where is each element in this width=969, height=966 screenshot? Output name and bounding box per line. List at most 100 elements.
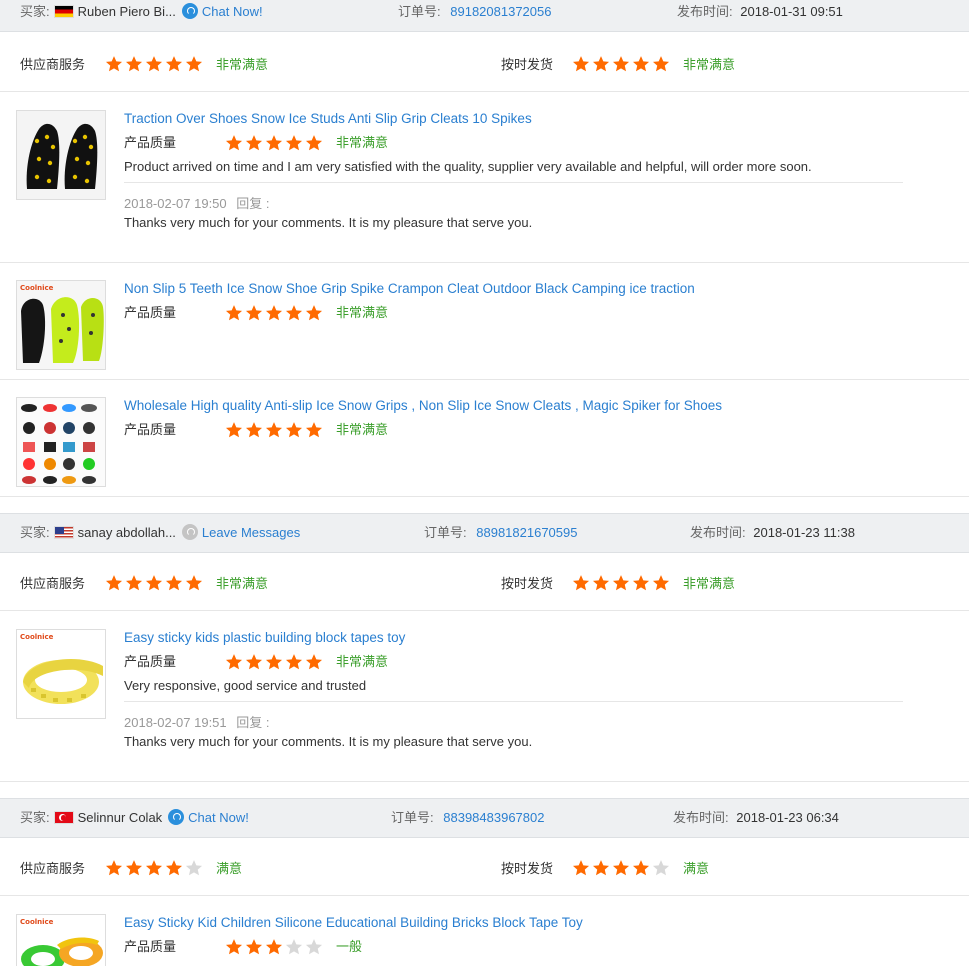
star-filled-icon xyxy=(125,574,143,592)
on-time-delivery-verdict: 满意 xyxy=(683,861,710,876)
star-filled-icon xyxy=(612,574,630,592)
chat-now-link[interactable]: Chat Now! xyxy=(188,810,249,825)
buyer-name: Ruben Piero Bi... xyxy=(77,4,176,19)
star-filled-icon xyxy=(225,134,243,152)
product-title-link[interactable]: Traction Over Shoes Snow Ice Studs Anti … xyxy=(124,111,532,126)
product-quality-rating: 产品质量 非常满意 xyxy=(124,131,524,155)
star-filled-icon xyxy=(592,55,610,73)
publish-time-label: 发布时间: xyxy=(673,810,729,825)
product-title-link[interactable]: Wholesale High quality Anti-slip Ice Sno… xyxy=(124,398,722,413)
message-icon[interactable] xyxy=(181,524,198,540)
product-title-link[interactable]: Easy Sticky Kid Children Silicone Educat… xyxy=(124,915,583,930)
publish-time-value: 2018-01-31 09:51 xyxy=(740,4,843,19)
star-empty-icon xyxy=(305,938,323,956)
publish-time: 发布时间: 2018-01-31 09:51 xyxy=(677,0,843,33)
star-filled-icon xyxy=(245,134,263,152)
reply-label: 回复 : xyxy=(236,196,270,211)
leave-messages-link[interactable]: Leave Messages xyxy=(202,525,300,540)
review-divider xyxy=(124,701,903,702)
star-empty-icon xyxy=(185,859,203,877)
thumb-brand: Coolnice xyxy=(20,918,54,926)
star-filled-icon xyxy=(105,574,123,592)
supplier-service-label: 供应商服务 xyxy=(20,57,86,72)
star-filled-icon xyxy=(185,55,203,73)
product-thumbnail[interactable] xyxy=(16,397,106,487)
product-quality-verdict: 非常满意 xyxy=(336,654,389,669)
product-quality-verdict: 一般 xyxy=(336,939,363,954)
star-filled-icon xyxy=(145,859,163,877)
buyer-label: 买家: xyxy=(20,525,50,540)
order-number: 订单号: 88981821670595 xyxy=(424,514,577,554)
chat-icon[interactable] xyxy=(168,809,185,825)
on-time-delivery-label: 按时发货 xyxy=(501,576,554,591)
star-filled-icon xyxy=(165,574,183,592)
star-filled-icon xyxy=(185,574,203,592)
supplier-service-verdict: 非常满意 xyxy=(216,57,269,72)
star-filled-icon xyxy=(572,859,590,877)
supplier-service-verdict: 满意 xyxy=(216,861,243,876)
supplier-service-stars xyxy=(105,556,205,610)
product-quality-stars xyxy=(225,418,325,442)
thumb-brand: Coolnice xyxy=(20,633,54,641)
product-thumbnail[interactable]: Coolnice xyxy=(16,280,106,370)
product-quality-rating: 产品质量 一般 xyxy=(124,935,524,959)
review-divider xyxy=(124,182,903,183)
chat-now-link[interactable]: Chat Now! xyxy=(202,4,263,19)
order-number-link[interactable]: 88981821670595 xyxy=(476,525,577,540)
publish-time: 发布时间: 2018-01-23 11:38 xyxy=(690,514,855,554)
star-empty-icon xyxy=(285,938,303,956)
order-header: 买家: Ruben Piero Bi... Chat Now! 订单号: 89182… xyxy=(0,0,969,32)
reply-meta: 2018-02-07 19:50 回复 : xyxy=(124,193,270,212)
product-thumbnail[interactable] xyxy=(16,110,106,200)
star-filled-icon xyxy=(225,653,243,671)
star-filled-icon xyxy=(285,421,303,439)
order-ratings: 供应商服务 非常满意 按时发货 非常满意 xyxy=(0,37,969,92)
product-quality-verdict: 非常满意 xyxy=(336,305,389,320)
publish-time-value: 2018-01-23 11:38 xyxy=(753,525,855,540)
star-filled-icon xyxy=(265,134,283,152)
on-time-delivery-stars xyxy=(572,37,672,91)
star-filled-icon xyxy=(305,134,323,152)
product-quality-verdict: 非常满意 xyxy=(336,135,389,150)
star-filled-icon xyxy=(652,574,670,592)
product-quality-stars xyxy=(225,131,325,155)
order-number-label: 订单号: xyxy=(424,525,467,540)
star-filled-icon xyxy=(225,421,243,439)
product-thumbnail[interactable]: Coolnice xyxy=(16,914,106,966)
product-thumbnail[interactable]: Coolnice xyxy=(16,629,106,719)
reply-date: 2018-02-07 19:50 xyxy=(124,196,227,211)
star-filled-icon xyxy=(285,304,303,322)
on-time-delivery-stars xyxy=(572,841,672,895)
star-filled-icon xyxy=(572,574,590,592)
star-filled-icon xyxy=(265,653,283,671)
on-time-delivery-verdict: 非常满意 xyxy=(683,57,736,72)
star-filled-icon xyxy=(305,653,323,671)
star-filled-icon xyxy=(265,421,283,439)
star-filled-icon xyxy=(612,55,630,73)
reply-label: 回复 : xyxy=(236,715,270,730)
order-number-link[interactable]: 88398483967802 xyxy=(443,810,544,825)
on-time-delivery-stars xyxy=(572,556,672,610)
order-number-link[interactable]: 89182081372056 xyxy=(450,4,551,19)
review-text: Product arrived on time and I am very sa… xyxy=(124,159,812,174)
on-time-delivery-label: 按时发货 xyxy=(501,861,554,876)
product-title-link[interactable]: Easy sticky kids plastic building block … xyxy=(124,630,405,645)
product-review: Coolnice Easy sticky kids plastic buildi… xyxy=(0,612,969,782)
buyer-info: 买家: Ruben Piero Bi... Chat Now! xyxy=(20,0,263,33)
order-ratings: 供应商服务 非常满意 按时发货 非常满意 xyxy=(0,556,969,611)
order-header: 买家: Selinnur Colak Chat Now! 订单号: 88398483… xyxy=(0,798,969,838)
product-quality-label: 产品质量 xyxy=(124,422,177,437)
on-time-delivery-label: 按时发货 xyxy=(501,57,554,72)
publish-time-value: 2018-01-23 06:34 xyxy=(736,810,839,825)
product-title-link[interactable]: Non Slip 5 Teeth Ice Snow Shoe Grip Spik… xyxy=(124,281,695,296)
product-review: Traction Over Shoes Snow Ice Studs Anti … xyxy=(0,93,969,263)
star-filled-icon xyxy=(305,421,323,439)
star-filled-icon xyxy=(305,304,323,322)
buyer-name: Selinnur Colak xyxy=(77,810,163,825)
star-filled-icon xyxy=(632,55,650,73)
star-filled-icon xyxy=(592,859,610,877)
product-quality-label: 产品质量 xyxy=(124,305,177,320)
chat-icon[interactable] xyxy=(181,3,198,19)
product-quality-stars xyxy=(225,650,325,674)
supplier-service-stars xyxy=(105,37,205,91)
